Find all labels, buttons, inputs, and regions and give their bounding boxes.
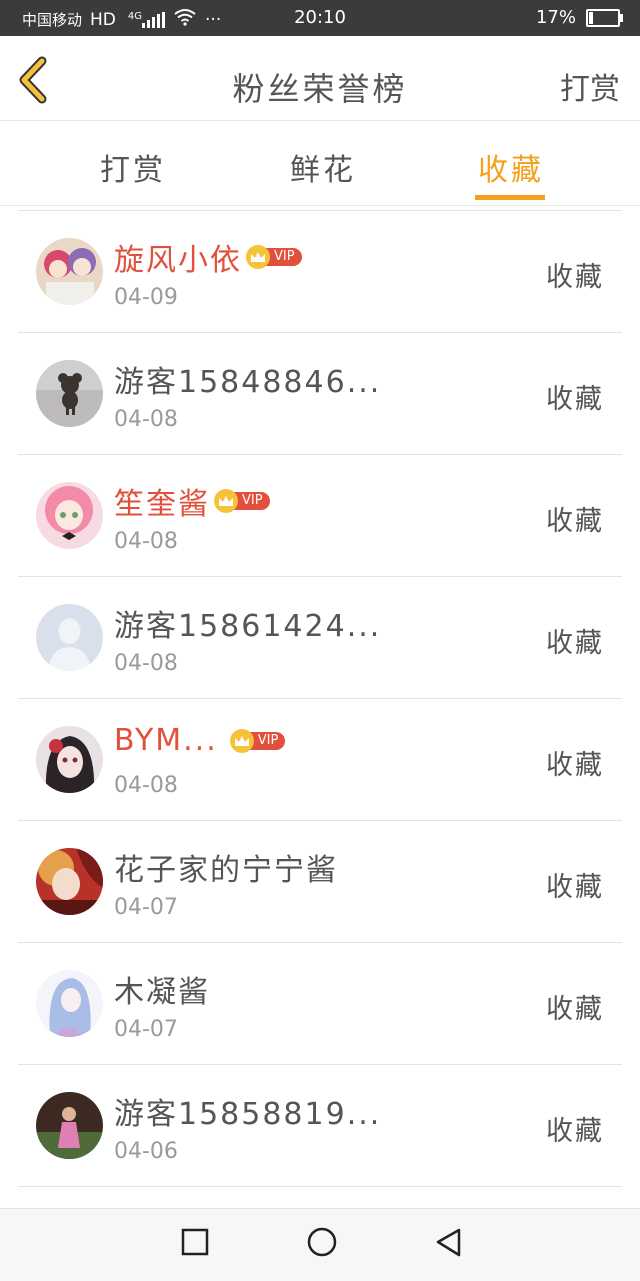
user-name: 木凝酱 xyxy=(114,975,210,1010)
pink-outfit-photo-avatar xyxy=(36,1092,103,1159)
name-line: 游客15858819... xyxy=(114,1089,381,1133)
user-name: 花子家的宁宁酱 xyxy=(114,853,338,888)
list-item[interactable]: BYM... VIP 04-08 收藏 xyxy=(18,698,622,821)
title-bar: 粉丝荣誉榜 打赏 xyxy=(0,36,640,121)
action-label: 收藏 xyxy=(546,872,604,903)
name-line: 游客15848846... xyxy=(114,357,381,401)
teddy-bear-avatar xyxy=(36,360,103,427)
dark-hair-girl-avatar xyxy=(36,726,103,793)
back-nav-button[interactable] xyxy=(434,1227,464,1263)
system-nav-bar xyxy=(0,1208,640,1281)
reward-button[interactable]: 打赏 xyxy=(560,64,620,108)
square-icon xyxy=(181,1228,209,1256)
red-fire-anime-avatar xyxy=(36,848,103,915)
battery-percent: 17% xyxy=(535,7,576,28)
action-label: 收藏 xyxy=(546,628,604,659)
name-line: BYM... VIP xyxy=(114,723,286,758)
user-name: 游客15861424... xyxy=(114,609,382,644)
user-name: 游客15858819... xyxy=(114,1097,382,1132)
list-item[interactable]: 旋风小依 VIP 04-09 收藏 xyxy=(18,210,622,333)
user-name: 游客15848846... xyxy=(114,365,382,400)
list-item[interactable]: 笙奎酱 VIP 04-08 收藏 xyxy=(18,454,622,577)
crown-icon xyxy=(214,489,238,513)
date-label: 04-08 xyxy=(114,651,178,676)
crown-icon xyxy=(246,245,270,269)
name-line: 旋风小依 VIP xyxy=(114,235,302,279)
default-user-avatar xyxy=(36,604,103,671)
status-bar: 中国移动 HD 4G ··· 20:10 17% xyxy=(0,0,640,36)
user-name: 旋风小依 xyxy=(114,243,242,278)
list-item[interactable]: 木凝酱 04-07 收藏 xyxy=(18,942,622,1065)
list-item[interactable]: 游客15858819... 04-06 收藏 xyxy=(18,1064,622,1187)
crown-icon xyxy=(229,728,254,753)
vip-badge: VIP xyxy=(214,489,270,513)
action-label: 收藏 xyxy=(546,994,604,1025)
circle-icon xyxy=(307,1227,337,1257)
vip-badge: VIP xyxy=(229,728,286,753)
date-label: 04-08 xyxy=(114,407,178,432)
battery-icon xyxy=(586,8,623,27)
date-label: 04-06 xyxy=(114,1139,178,1164)
list-item[interactable]: 游客15861424... 04-08 收藏 xyxy=(18,576,622,699)
list-item[interactable]: 游客15848846... 04-08 收藏 xyxy=(18,332,622,455)
action-label: 收藏 xyxy=(546,262,604,293)
vip-badge: VIP xyxy=(246,245,302,269)
list-divider xyxy=(18,1186,622,1188)
blue-hair-girl-avatar xyxy=(36,970,103,1037)
date-label: 04-07 xyxy=(114,895,178,920)
tab-flowers[interactable]: 鲜花 xyxy=(290,145,356,189)
tab-reward[interactable]: 打赏 xyxy=(100,145,166,189)
action-label: 收藏 xyxy=(546,384,604,415)
user-name: BYM... xyxy=(114,723,218,758)
status-right: 17% xyxy=(535,7,623,28)
action-label: 收藏 xyxy=(546,750,604,781)
date-label: 04-08 xyxy=(114,529,178,554)
recent-apps-button[interactable] xyxy=(180,1227,210,1261)
name-line: 笙奎酱 VIP xyxy=(114,479,270,523)
user-name: 笙奎酱 xyxy=(114,487,210,522)
triangle-back-icon xyxy=(436,1228,461,1257)
date-label: 04-08 xyxy=(114,773,178,798)
tab-bar: 打赏 鲜花 收藏 xyxy=(0,121,640,206)
name-line: 花子家的宁宁酱 xyxy=(114,845,338,889)
date-label: 04-07 xyxy=(114,1017,178,1042)
tab-active-indicator xyxy=(475,195,545,200)
action-label: 收藏 xyxy=(546,506,604,537)
date-label: 04-09 xyxy=(114,285,178,310)
home-button[interactable] xyxy=(305,1227,339,1265)
action-label: 收藏 xyxy=(546,1116,604,1147)
list-item[interactable]: 花子家的宁宁酱 04-07 收藏 xyxy=(18,820,622,943)
name-line: 木凝酱 xyxy=(114,967,210,1011)
battery-fill xyxy=(589,11,593,24)
tab-favorites[interactable]: 收藏 xyxy=(478,145,544,189)
name-line: 游客15861424... xyxy=(114,601,381,645)
anime-girls-avatar xyxy=(36,238,103,305)
pink-hair-girl-avatar xyxy=(36,482,103,549)
page-title: 粉丝荣誉榜 xyxy=(232,70,408,108)
